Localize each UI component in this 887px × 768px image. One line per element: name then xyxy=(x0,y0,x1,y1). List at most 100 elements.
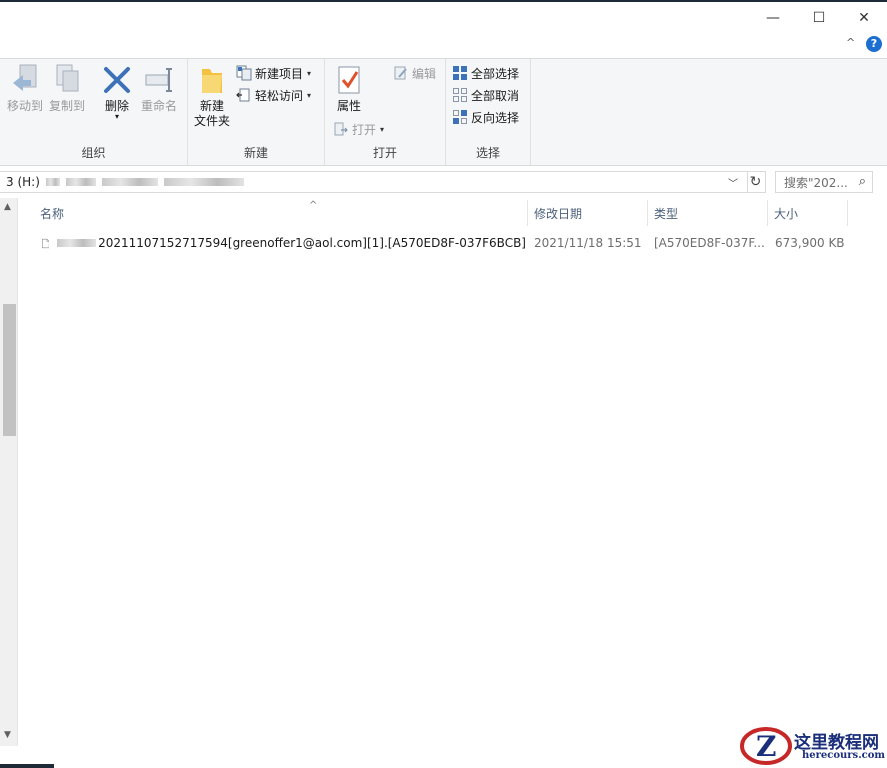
column-header-label: 类型 xyxy=(654,206,679,221)
file-type-cell: [A570ED8F-037F... xyxy=(654,236,765,250)
svg-text:Z: Z xyxy=(756,730,776,763)
easy-access-dropdown-icon: ▾ xyxy=(307,90,312,100)
sort-ascending-icon: ^ xyxy=(309,200,318,211)
new-item-label: 新建项目 xyxy=(255,66,304,81)
ribbon-group-new: 新建 文件夹 新建项目 ▾ 轻松访问 ▾ 新建 xyxy=(188,59,325,165)
delete-dropdown-icon[interactable]: ▾ xyxy=(98,113,136,121)
file-modified-cell: 2021/11/18 15:51 xyxy=(534,236,642,250)
refresh-icon: ↻ xyxy=(749,174,762,190)
search-placeholder: 搜索"202... xyxy=(784,175,848,190)
properties-label: 属性 xyxy=(336,99,361,113)
table-row[interactable]: 20211107152717594[greenoffer1@aol.com][1… xyxy=(36,232,848,254)
file-list: ▲ ▼ 名称 ^ 修改日期 类型 大小 20211107152717594[gr… xyxy=(0,196,887,768)
search-icon[interactable]: ⌕ xyxy=(859,174,866,189)
address-redacted xyxy=(101,178,158,186)
ribbon-group-open: 属性 打开 ▾ 编辑 打开 xyxy=(325,59,446,165)
column-header-type[interactable]: 类型 xyxy=(648,200,768,226)
address-redacted xyxy=(45,178,60,186)
ribbon-tab-row: ^ ? xyxy=(0,32,887,58)
watermark-logo-icon: Z xyxy=(740,727,792,765)
delete-x-icon xyxy=(104,67,130,93)
address-path: 3 (H:) xyxy=(6,175,40,189)
address-redacted xyxy=(65,178,96,186)
scroll-up-icon[interactable]: ▲ xyxy=(4,202,11,212)
column-header-label: 修改日期 xyxy=(534,206,583,221)
group-label-new: 新建 xyxy=(243,146,268,160)
ribbon: 移动到 复制到 删除 ▾ 重命名 组织 新建 文件夹 新建项目 ▾ 轻松访问 ▾… xyxy=(0,58,887,166)
column-header-name[interactable]: 名称 ^ xyxy=(34,200,528,226)
window-edge xyxy=(882,196,887,336)
address-bar[interactable]: 3 (H:) xyxy=(0,171,748,193)
copy-to-icon xyxy=(56,64,79,92)
rename-icon xyxy=(145,68,172,92)
new-folder-label-1: 新建 xyxy=(199,99,224,113)
group-label-organize: 组织 xyxy=(81,146,106,160)
new-item-icon xyxy=(236,65,252,81)
new-folder-label-2: 文件夹 xyxy=(193,114,230,128)
file-name: 20211107152717594[greenoffer1@aol.com][1… xyxy=(98,236,526,250)
edit-button[interactable]: 编辑 xyxy=(393,63,436,83)
help-icon[interactable]: ? xyxy=(866,36,882,52)
address-bar-row: 3 (H:) ﹀ ↻ 搜索"202... ⌕ xyxy=(0,166,887,196)
address-dropdown-icon[interactable]: ﹀ xyxy=(728,175,738,190)
open-button[interactable]: 打开 ▾ xyxy=(333,119,384,139)
watermark-subtitle: herecours.com xyxy=(802,750,886,761)
open-dropdown-icon: ▾ xyxy=(380,124,385,134)
move-to-button[interactable]: 移动到 xyxy=(6,63,44,114)
group-label-select: 选择 xyxy=(475,146,500,160)
scrollbar-thumb[interactable] xyxy=(3,304,16,436)
title-bar: — ☐ ✕ xyxy=(0,0,887,32)
minimize-button[interactable]: — xyxy=(750,4,796,32)
watermark: Z 这里教程网 herecours.com xyxy=(740,724,887,768)
copy-to-button[interactable]: 复制到 xyxy=(48,63,86,114)
easy-access-button[interactable]: 轻松访问 ▾ xyxy=(236,85,311,105)
refresh-button[interactable]: ↻ xyxy=(746,171,766,193)
column-header-modified[interactable]: 修改日期 xyxy=(528,200,648,226)
ribbon-group-select: 全部选择 全部取消 反向选择 选择 xyxy=(446,59,531,165)
file-icon xyxy=(42,238,50,248)
address-redacted xyxy=(163,178,244,186)
ribbon-collapse-icon[interactable]: ^ xyxy=(846,36,855,49)
invert-selection-icon xyxy=(453,110,467,124)
taskbar-edge xyxy=(0,764,54,768)
edit-label: 编辑 xyxy=(412,66,437,81)
new-item-dropdown-icon: ▾ xyxy=(307,68,312,78)
edit-icon xyxy=(394,66,407,80)
select-none-icon xyxy=(453,88,467,102)
select-all-button[interactable]: 全部选择 xyxy=(452,63,519,83)
column-header-size[interactable]: 大小 xyxy=(768,200,848,226)
easy-access-label: 轻松访问 xyxy=(255,88,304,103)
folder-icon xyxy=(202,69,222,93)
file-name-cell: 20211107152717594[greenoffer1@aol.com][1… xyxy=(42,232,526,254)
vertical-scrollbar[interactable]: ▲ ▼ xyxy=(0,198,18,746)
new-item-button[interactable]: 新建项目 ▾ xyxy=(236,63,311,83)
close-button[interactable]: ✕ xyxy=(841,4,887,32)
rename-button[interactable]: 重命名 xyxy=(138,63,180,114)
copy-to-label: 复制到 xyxy=(48,99,85,113)
column-header-label: 名称 xyxy=(40,206,65,221)
new-folder-button[interactable]: 新建 文件夹 xyxy=(192,63,232,129)
easy-access-icon xyxy=(236,88,250,102)
group-label-open: 打开 xyxy=(372,146,397,160)
rename-label: 重命名 xyxy=(140,99,177,113)
file-size-cell: 673,900 KB xyxy=(775,236,845,250)
invert-selection-button[interactable]: 反向选择 xyxy=(452,107,519,127)
select-all-label: 全部选择 xyxy=(471,66,520,81)
move-to-label: 移动到 xyxy=(6,99,43,113)
column-header-label: 大小 xyxy=(774,206,799,221)
scroll-down-icon[interactable]: ▼ xyxy=(4,730,11,740)
move-to-icon xyxy=(13,64,37,91)
select-none-label: 全部取消 xyxy=(471,88,520,103)
properties-button[interactable]: 属性 xyxy=(331,63,367,114)
invert-selection-label: 反向选择 xyxy=(471,110,520,125)
open-label: 打开 xyxy=(352,122,377,137)
search-input[interactable]: 搜索"202... ⌕ xyxy=(775,171,873,193)
delete-button[interactable]: 删除 ▾ xyxy=(98,63,136,121)
maximize-button[interactable]: ☐ xyxy=(796,4,842,32)
properties-check-icon xyxy=(338,66,360,94)
file-name-redacted xyxy=(57,239,97,247)
ribbon-group-organize: 移动到 复制到 删除 ▾ 重命名 组织 xyxy=(0,59,188,165)
open-icon xyxy=(334,122,348,136)
select-none-button[interactable]: 全部取消 xyxy=(452,85,519,105)
select-all-icon xyxy=(453,66,467,80)
